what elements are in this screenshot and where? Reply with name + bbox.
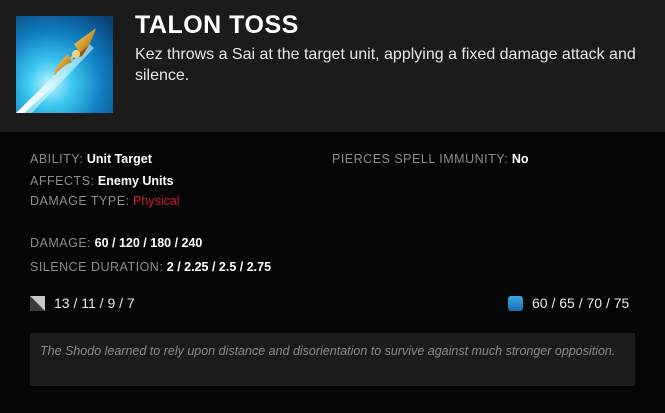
ability-tooltip: TALON TOSS Kez throws a Sai at the targe… [0, 0, 665, 413]
damage-type-value: Physical [133, 194, 180, 208]
stat-pierces-spell-immunity: PIERCES SPELL IMMUNITY: No [332, 152, 529, 166]
mana-icon [508, 295, 523, 311]
sai-dagger-icon [16, 16, 113, 113]
stat-silence-duration: SILENCE DURATION: 2 / 2.25 / 2.5 / 2.75 [30, 260, 271, 274]
stat-value: Unit Target [86, 152, 152, 166]
cooldown-row: 13 / 11 / 9 / 7 [30, 295, 135, 311]
stat-label: AFFECTS: [30, 174, 95, 188]
lore-box: The Shodo learned to rely upon distance … [30, 333, 635, 386]
stat-value: 60 / 120 / 180 / 240 [94, 236, 203, 250]
cooldown-icon [30, 295, 45, 311]
mana-cost-value: 60 / 65 / 70 / 75 [532, 295, 630, 311]
lore-text: The Shodo learned to rely upon distance … [40, 344, 616, 358]
tooltip-header: TALON TOSS Kez throws a Sai at the targe… [0, 0, 665, 132]
stat-label: SILENCE DURATION: [30, 260, 164, 274]
stat-label: DAMAGE: [30, 236, 92, 250]
stat-damage: DAMAGE: 60 / 120 / 180 / 240 [30, 236, 202, 250]
cooldown-value: 13 / 11 / 9 / 7 [54, 295, 135, 311]
stat-affects: AFFECTS: Enemy Units [30, 174, 174, 188]
stat-damage-type: DAMAGE TYPE: Physical [30, 194, 180, 208]
stat-value: Enemy Units [97, 174, 174, 188]
stat-ability: ABILITY: Unit Target [30, 152, 152, 166]
stat-label: DAMAGE TYPE: [30, 194, 130, 208]
ability-description: Kez throws a Sai at the target unit, app… [135, 46, 636, 84]
stat-label: PIERCES SPELL IMMUNITY: [332, 152, 509, 166]
stat-label: ABILITY: [30, 152, 84, 166]
stat-value: 2 / 2.25 / 2.5 / 2.75 [166, 260, 272, 274]
ability-title: TALON TOSS [135, 11, 299, 39]
mana-cost-row: 60 / 65 / 70 / 75 [508, 295, 629, 311]
stat-value: No [511, 152, 529, 166]
